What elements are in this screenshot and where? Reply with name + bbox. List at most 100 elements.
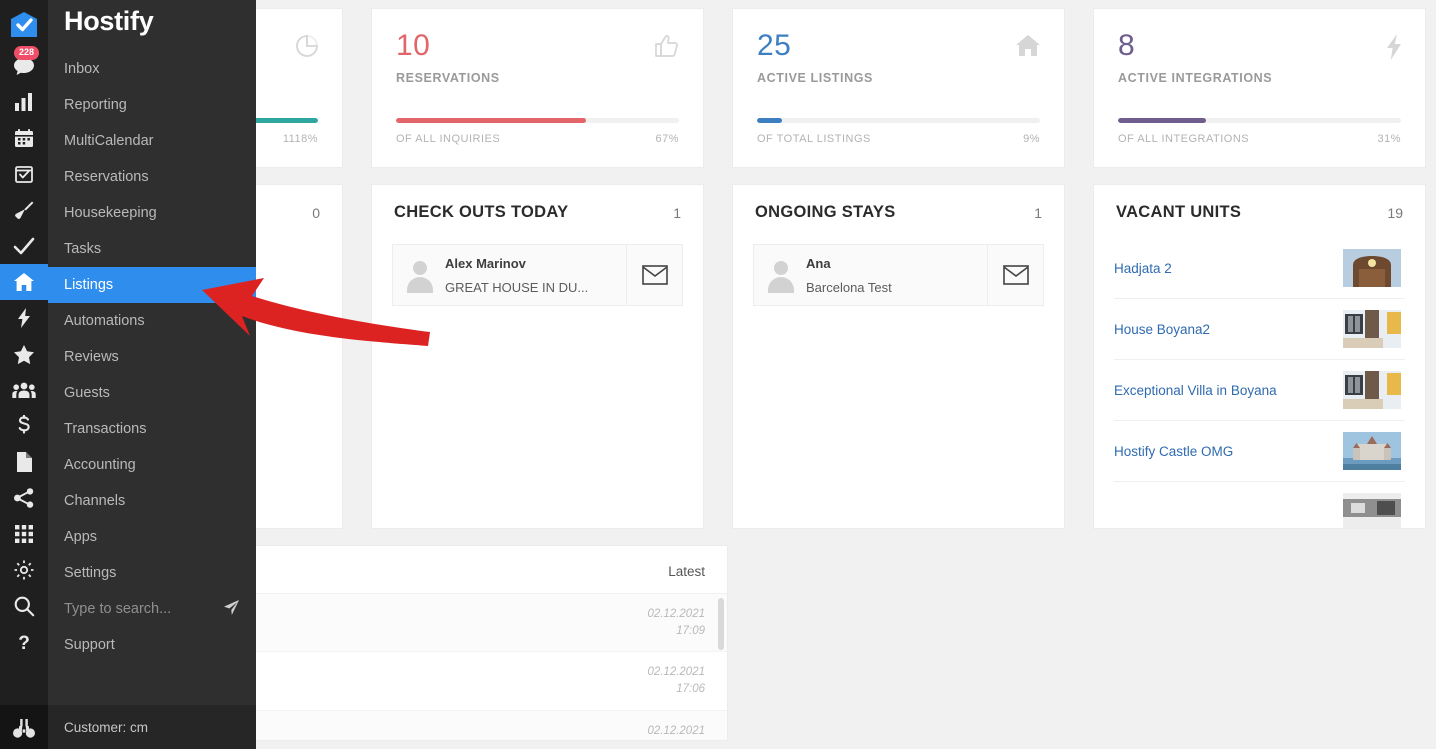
vacant-unit-row[interactable]: Hostify Castle OMG bbox=[1114, 421, 1405, 482]
kpi-foot-percent: 1118% bbox=[282, 133, 318, 145]
search-icon[interactable] bbox=[0, 588, 48, 624]
logo-check-icon[interactable] bbox=[0, 2, 48, 48]
icon-rail: 228 ? bbox=[0, 0, 48, 749]
vacant-unit-row[interactable] bbox=[1114, 482, 1405, 528]
sidebar-item-automations[interactable]: Automations bbox=[48, 303, 256, 339]
vacant-unit-link[interactable]: Hostify Castle OMG bbox=[1114, 444, 1233, 459]
check-outs-title: CHECK OUTS TODAY bbox=[394, 203, 569, 221]
activity-latest-label[interactable]: Latest bbox=[668, 564, 705, 579]
sidebar-item-label: Inbox bbox=[64, 61, 100, 77]
kpi-foot-label: OF TOTAL LISTINGS bbox=[757, 133, 871, 145]
calendar-icon[interactable] bbox=[0, 120, 48, 156]
kpi-footer: OF ALL INQUIRIES 67% bbox=[396, 133, 679, 145]
guest-listing: GREAT HOUSE IN DU... bbox=[445, 279, 589, 295]
card-check-outs-today: CHECK OUTS TODAY 1 Alex Marinov GREAT HO… bbox=[371, 184, 704, 529]
sidebar-item-tasks[interactable]: Tasks bbox=[48, 231, 256, 267]
sidebar-item-inbox[interactable]: Inbox bbox=[48, 51, 256, 87]
envelope-icon[interactable] bbox=[626, 245, 682, 305]
avatar bbox=[764, 258, 798, 293]
sidebar-item-label: Support bbox=[64, 637, 115, 653]
app-root: 1118% 10 RESERVATIONS OF ALL INQUIRIES 67% 25… bbox=[0, 0, 1436, 749]
listings-home-icon[interactable] bbox=[0, 264, 48, 300]
sidebar-item-label: Housekeeping bbox=[64, 205, 157, 221]
vacant-unit-thumbnail bbox=[1343, 310, 1401, 348]
guest-row[interactable]: Alex Marinov GREAT HOUSE IN DU... bbox=[392, 244, 683, 306]
kpi-card: 8 ACTIVE INTEGRATIONS OF ALL INTEGRATIONS 3… bbox=[1093, 8, 1426, 168]
kpi-foot-percent: 9% bbox=[1023, 133, 1040, 145]
activity-timestamp: 02.12.202113:53 bbox=[647, 724, 705, 737]
kpi-value: 25 bbox=[757, 29, 792, 62]
sidebar-item-housekeeping[interactable]: Housekeeping bbox=[48, 195, 256, 231]
svg-text:?: ? bbox=[18, 633, 30, 653]
settings-gear-icon[interactable] bbox=[0, 552, 48, 588]
sidebar-item-multicalendar[interactable]: MultiCalendar bbox=[48, 123, 256, 159]
binoculars-icon[interactable] bbox=[0, 717, 48, 741]
sidebar-item-label: Channels bbox=[64, 493, 126, 509]
support-question-icon[interactable]: ? bbox=[0, 624, 48, 660]
kpi-card: 10 RESERVATIONS OF ALL INQUIRIES 67% bbox=[371, 8, 704, 168]
sidebar-item-reviews[interactable]: Reviews bbox=[48, 339, 256, 375]
vacant-units-count: 19 bbox=[1387, 204, 1403, 221]
bolt-icon bbox=[1385, 33, 1403, 66]
automations-bolt-icon[interactable] bbox=[0, 300, 48, 336]
inbox-badge: 228 bbox=[14, 46, 40, 60]
guest-row[interactable]: Ana Barcelona Test bbox=[753, 244, 1044, 306]
sidebar-item-reservations[interactable]: Reservations bbox=[48, 159, 256, 195]
sidebar-item-reporting[interactable]: Reporting bbox=[48, 87, 256, 123]
sidebar-item-label: MultiCalendar bbox=[64, 133, 154, 149]
transactions-dollar-icon[interactable] bbox=[0, 408, 48, 444]
guest-info: Alex Marinov GREAT HOUSE IN DU... bbox=[393, 245, 626, 305]
reviews-star-icon[interactable] bbox=[0, 336, 48, 372]
sidebar-item-transactions[interactable]: Transactions bbox=[48, 411, 256, 447]
sidebar-item-label: Guests bbox=[64, 385, 110, 401]
sidebar-item-support[interactable]: Support bbox=[48, 627, 256, 663]
kpi-progress bbox=[396, 118, 679, 123]
guests-people-icon[interactable] bbox=[0, 372, 48, 408]
avatar bbox=[403, 258, 437, 293]
reporting-bar-chart-icon[interactable] bbox=[0, 84, 48, 120]
vacant-unit-row[interactable]: House Boyana2 bbox=[1114, 299, 1405, 360]
kpi-label: RESERVATIONS bbox=[396, 71, 500, 85]
vacant-units-header: VACANT UNITS 19 bbox=[1094, 185, 1425, 238]
sidebar-item-settings[interactable]: Settings bbox=[48, 555, 256, 591]
vacant-unit-thumbnail bbox=[1343, 493, 1401, 528]
vacant-unit-link[interactable]: House Boyana2 bbox=[1114, 322, 1210, 337]
housekeeping-broom-icon[interactable] bbox=[0, 192, 48, 228]
apps-grid-icon[interactable] bbox=[0, 516, 48, 552]
vacant-unit-row[interactable]: Exceptional Villa in Boyana bbox=[1114, 360, 1405, 421]
activity-timestamp: 02.12.2021 17:06 bbox=[647, 666, 705, 696]
sidebar-item-channels[interactable]: Channels bbox=[48, 483, 256, 519]
kpi-footer: OF TOTAL LISTINGS 9% bbox=[757, 133, 1040, 145]
kpi-foot-label: OF ALL INTEGRATIONS bbox=[1118, 133, 1250, 145]
channels-share-icon[interactable] bbox=[0, 480, 48, 516]
guest-name: Ana bbox=[806, 255, 831, 271]
sidebar-item-accounting[interactable]: Accounting bbox=[48, 447, 256, 483]
sidebar-item-apps[interactable]: Apps bbox=[48, 519, 256, 555]
kpi-label: ACTIVE LISTINGS bbox=[757, 71, 873, 85]
thumbs-up-icon bbox=[653, 33, 681, 64]
inbox-chat-icon[interactable]: 228 bbox=[0, 46, 48, 84]
search-input[interactable]: Type to search... bbox=[48, 591, 256, 627]
accounting-file-icon[interactable] bbox=[0, 444, 48, 480]
kpi-label: ACTIVE INTEGRATIONS bbox=[1118, 71, 1273, 85]
brand-title: Hostify bbox=[64, 6, 154, 36]
vacant-unit-row[interactable]: Hadjata 2 bbox=[1114, 238, 1405, 299]
sidebar-item-label: Tasks bbox=[64, 241, 102, 257]
vacant-units-title: VACANT UNITS bbox=[1116, 203, 1242, 221]
sidebar-item-listings[interactable]: Listings bbox=[48, 267, 256, 303]
envelope-icon[interactable] bbox=[987, 245, 1043, 305]
activity-scrollbar[interactable] bbox=[718, 598, 724, 650]
vacant-unit-link[interactable]: Exceptional Villa in Boyana bbox=[1114, 383, 1277, 398]
vacant-unit-link[interactable]: Hadjata 2 bbox=[1114, 261, 1172, 276]
sidebar-item-guests[interactable]: Guests bbox=[48, 375, 256, 411]
reservations-calendar-check-icon[interactable] bbox=[0, 156, 48, 192]
send-icon[interactable] bbox=[223, 599, 240, 620]
tasks-check-icon[interactable] bbox=[0, 228, 48, 264]
check-outs-header: CHECK OUTS TODAY 1 bbox=[372, 185, 703, 238]
kpi-footer: OF ALL INTEGRATIONS 31% bbox=[1118, 133, 1401, 145]
kpi-foot-label: OF ALL INQUIRIES bbox=[396, 133, 501, 145]
pie-chart-icon bbox=[294, 33, 320, 64]
ongoing-stays-count: 1 bbox=[1034, 204, 1042, 221]
sidebar-item-label: Settings bbox=[64, 565, 117, 581]
kpi-foot-percent: 31% bbox=[1377, 133, 1401, 145]
